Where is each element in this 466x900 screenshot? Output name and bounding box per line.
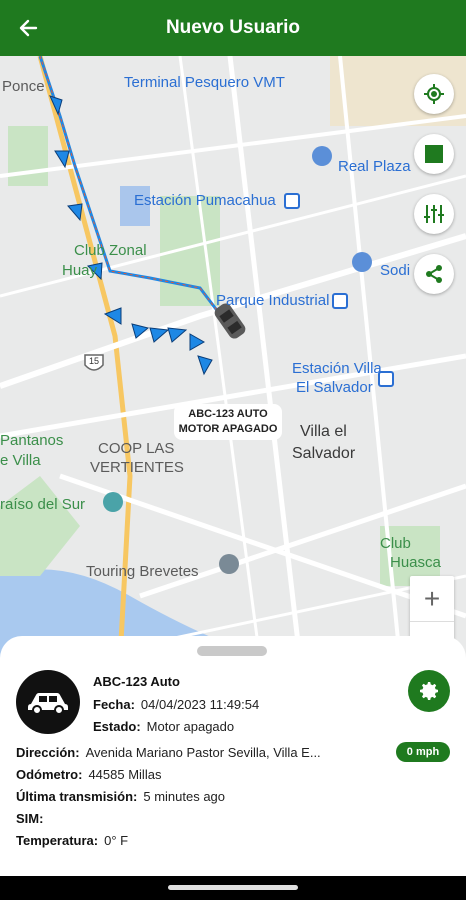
temperatura-value: 0° F <box>104 833 129 848</box>
direccion-label: Dirección: <box>16 745 80 760</box>
map-label: Touring Brevetes <box>86 563 199 580</box>
train-station-icon <box>378 371 394 387</box>
estado-value: Motor apagado <box>146 719 235 734</box>
map-label: Parque Industrial <box>216 292 330 309</box>
map-label: Real Plaza <box>338 158 411 175</box>
estado-label: Estado: <box>93 719 141 734</box>
odometro-row: Odómetro: 44585 Millas <box>16 767 161 782</box>
sim-label: SIM: <box>16 811 44 826</box>
ultima-transmision-row: Última transmisión: 5 minutes ago <box>16 789 225 804</box>
map-label: Sodi <box>380 262 411 279</box>
direccion-row: Dirección: Avenida Mariano Pastor Sevilla… <box>16 745 321 760</box>
temperatura-row: Temperatura: 0° F <box>16 833 128 848</box>
gear-icon[interactable] <box>408 670 450 712</box>
sheet-drag-handle[interactable] <box>197 646 267 656</box>
system-nav-bar <box>0 876 466 900</box>
map-label: VERTIENTES <box>90 459 184 476</box>
ultima-value: 5 minutes ago <box>143 789 226 804</box>
filter-sliders-icon[interactable] <box>414 194 454 234</box>
vehicle-map-label[interactable]: ABC-123 AUTO MOTOR APAGADO <box>174 404 282 440</box>
temperatura-label: Temperatura: <box>16 833 99 848</box>
map-label: Club <box>380 535 411 552</box>
share-icon[interactable] <box>414 254 454 294</box>
fecha-row: Fecha: 04/04/2023 11:49:54 <box>93 697 259 712</box>
map-label: Terminal Pesquero VMT <box>124 74 285 91</box>
page-title: Nuevo Usuario <box>165 17 301 38</box>
odometro-label: Odómetro: <box>16 767 83 782</box>
map-label: El Salvador <box>296 379 373 396</box>
fecha-value: 04/04/2023 11:49:54 <box>140 697 260 712</box>
zoom-in-button[interactable]: + <box>410 576 454 621</box>
speed-badge: 0 mph <box>396 742 450 762</box>
map-label: Estación Villa <box>292 360 382 377</box>
estado-row: Estado: Motor apagado <box>93 719 234 734</box>
vehicle-name: ABC-123 Auto <box>93 674 180 689</box>
arrow-back-icon[interactable] <box>16 16 40 40</box>
map-view[interactable]: Ponce Terminal Pesquero VMT Real Plaza E… <box>0 56 466 660</box>
vehicle-info-sheet: ABC-123 Auto Fecha: 04/04/2023 11:49:54 E… <box>0 636 466 876</box>
vehicle-label-status: MOTOR APAGADO <box>178 423 278 435</box>
home-gesture-pill[interactable] <box>168 885 298 890</box>
map-label: Salvador <box>292 445 356 462</box>
map-label: Estación Pumacahua <box>134 192 276 209</box>
map-label: Ponce <box>2 78 45 95</box>
map-label: Pantanos <box>0 432 64 449</box>
map-label: e Villa <box>0 452 41 469</box>
odometro-value: 44585 Millas <box>88 767 162 782</box>
map-label: COOP LAS <box>98 440 175 457</box>
car-icon <box>16 670 80 734</box>
map-label: Villa el <box>300 423 347 440</box>
train-station-icon <box>332 293 348 309</box>
map-label: raíso del Sur <box>0 496 86 513</box>
train-station-icon <box>284 193 300 209</box>
ultima-label: Última transmisión: <box>16 789 138 804</box>
app-bar: Nuevo Usuario <box>0 0 466 56</box>
fecha-label: Fecha: <box>93 697 135 712</box>
direccion-value: Avenida Mariano Pastor Sevilla, Villa E.… <box>85 745 321 760</box>
map-label: Club Zonal <box>74 242 147 259</box>
stop-square-icon[interactable] <box>414 134 454 174</box>
vehicle-label-plate: ABC-123 AUTO <box>188 408 268 420</box>
route-shield-label: 15 <box>89 356 100 366</box>
sim-row: SIM: <box>16 811 49 826</box>
my-location-icon[interactable] <box>414 74 454 114</box>
map-label: Huasca <box>390 554 441 571</box>
map-label: Huay <box>62 262 98 279</box>
